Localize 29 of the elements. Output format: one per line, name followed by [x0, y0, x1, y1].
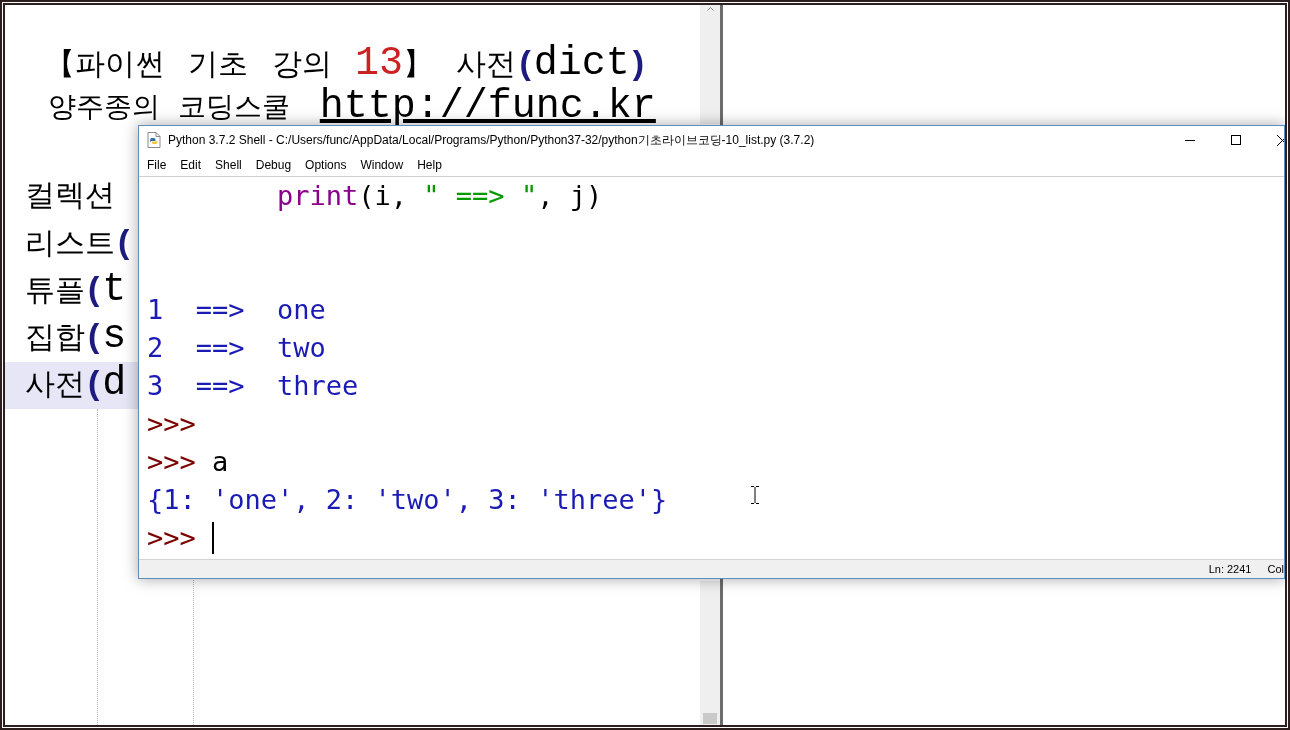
window-title: Python 3.7.2 Shell - C:/Users/func/AppData/Local/Programs/Python/Python37-32/python기초라이브코딩-10_list.py (3.7.2)	[168, 132, 815, 149]
minimize-icon	[1185, 139, 1195, 141]
close-icon	[1277, 134, 1284, 146]
link[interactable]: http://func.kr	[319, 89, 656, 124]
prompt-line: >>>	[147, 407, 197, 441]
text-cursor-icon	[751, 486, 759, 504]
code-line: print(i, " ==> ", j)	[276, 179, 603, 213]
scrollbar-thumb[interactable]	[703, 713, 717, 724]
output-line: 2 ==> two	[147, 331, 326, 365]
menu-item[interactable]: Options	[298, 155, 354, 175]
menu-item[interactable]: File	[140, 155, 174, 175]
output-line: 3 ==> three	[147, 369, 359, 403]
column-number: Col	[1267, 561, 1284, 577]
menu-item[interactable]: Shell	[208, 155, 249, 175]
prompt-line: >>>	[147, 519, 215, 557]
shell-text-area[interactable]: print(i, " ==> ", j) 1 ==> one 2 ==> two 3 ==> three >>> >>> a {1: 'one', 2: 'two', 3: 'three'} >>>	[139, 177, 1284, 559]
menu-item[interactable]: Window	[353, 155, 411, 175]
slide-subtitle: 양주종의 코딩스쿨	[48, 90, 290, 124]
scrollbar[interactable]	[700, 5, 720, 124]
slide-title: 【파이썬 기초 강의 13】 사전(dict)	[45, 41, 646, 87]
menu-item[interactable]: Help	[410, 155, 449, 175]
output-line: {1: 'one', 2: 'two', 3: 'three'}	[147, 483, 668, 517]
prompt-line: >>> a	[147, 445, 229, 479]
file-icon	[146, 132, 162, 148]
line-number: Ln: 2241	[1208, 561, 1252, 577]
maximize-icon	[1231, 135, 1241, 145]
menu-item[interactable]: Debug	[248, 155, 299, 175]
scrollbar[interactable]	[700, 581, 720, 725]
menu-item[interactable]: Edit	[173, 155, 209, 175]
